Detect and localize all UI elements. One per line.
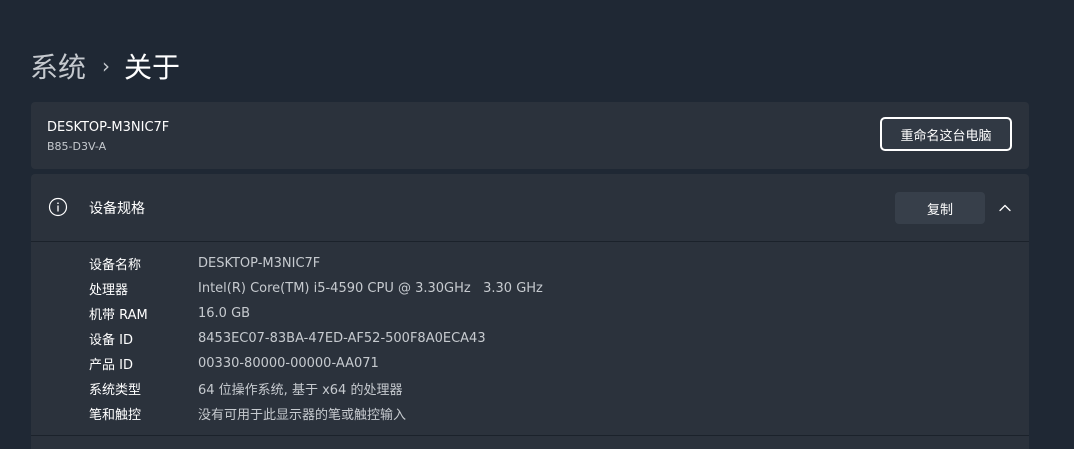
spec-row-product-id: 产品 ID 00330-80000-00000-AA071 [89,351,543,376]
device-specs-card: 设备规格 复制 设备名称 DESKTOP-M3NIC7F 处理器 Intel(R… [31,174,1029,449]
breadcrumb: 系统 › 关于 [30,44,180,88]
spec-label: 系统类型 [89,383,142,398]
spec-row-device-id: 设备 ID 8453EC07-83BA-47ED-AF52-500F8A0ECA… [89,326,543,351]
spec-label: 笔和触控 [89,408,142,423]
spec-value: 没有可用于此显示器的笔或触控输入 [198,408,407,423]
divider [31,241,1029,242]
divider [31,435,1029,436]
rename-pc-button[interactable]: 重命名这台电脑 [880,117,1012,151]
chevron-up-icon[interactable] [995,198,1015,218]
spec-value: 00330-80000-00000-AA071 [198,356,379,371]
spec-value: Intel(R) Core(TM) i5-4590 CPU @ 3.30GHz … [198,281,543,296]
spec-label: 机带 RAM [89,308,148,323]
spec-row-pen-touch: 笔和触控 没有可用于此显示器的笔或触控输入 [89,401,543,426]
device-name: DESKTOP-M3NIC7F [47,120,170,135]
spec-row-processor: 处理器 Intel(R) Core(TM) i5-4590 CPU @ 3.30… [89,276,543,301]
spec-label: 产品 ID [89,358,133,373]
spec-value: 8453EC07-83BA-47ED-AF52-500F8A0ECA43 [198,331,486,346]
breadcrumb-system-link[interactable]: 系统 [30,46,86,86]
breadcrumb-separator: › [102,54,111,78]
spec-label: 处理器 [89,283,129,298]
device-model: B85-D3V-A [47,140,107,153]
device-specs-title: 设备规格 [89,201,145,217]
spec-row-ram: 机带 RAM 16.0 GB [89,301,543,326]
spec-value: 64 位操作系统, 基于 x64 的处理器 [198,383,403,398]
page-title: 关于 [124,51,181,84]
copy-button[interactable]: 复制 [895,192,985,224]
spec-row-system-type: 系统类型 64 位操作系统, 基于 x64 的处理器 [89,376,543,401]
specs-list: 设备名称 DESKTOP-M3NIC7F 处理器 Intel(R) Core(T… [89,251,543,426]
spec-label: 设备 ID [89,333,133,348]
spec-value: 16.0 GB [198,306,251,321]
info-icon [48,197,68,217]
spec-label: 设备名称 [89,258,142,273]
device-specs-header[interactable]: 设备规格 复制 [31,174,1029,241]
device-name-card: DESKTOP-M3NIC7F B85-D3V-A 重命名这台电脑 [31,102,1029,169]
spec-value: DESKTOP-M3NIC7F [198,256,321,271]
spec-row-device-name: 设备名称 DESKTOP-M3NIC7F [89,251,543,276]
